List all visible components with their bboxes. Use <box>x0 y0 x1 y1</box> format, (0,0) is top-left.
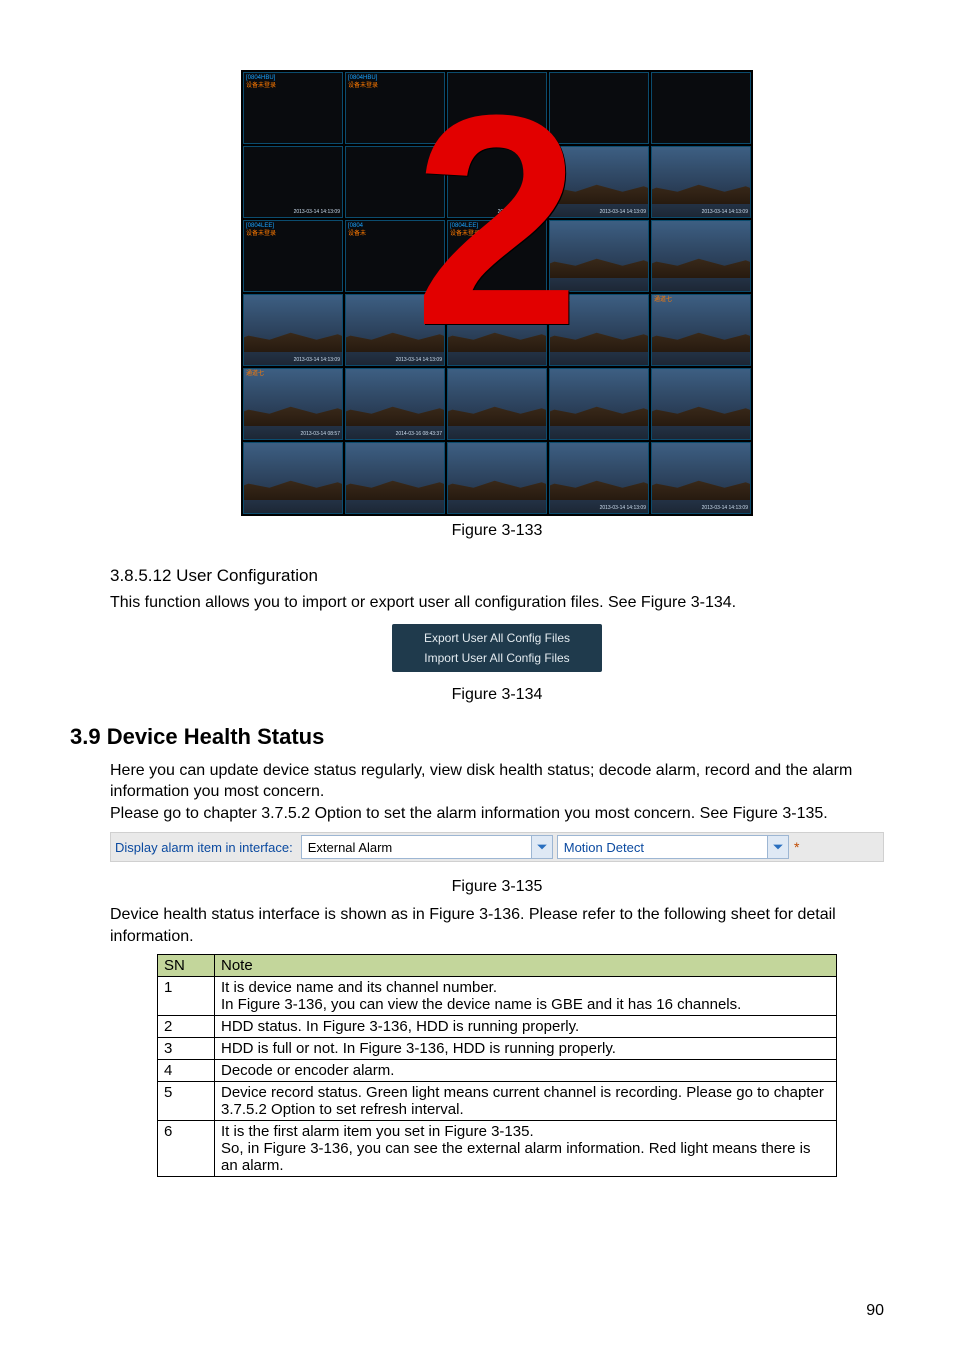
required-star-icon: * <box>789 833 805 861</box>
wall-cell <box>549 220 649 292</box>
wall-cell <box>651 220 751 292</box>
table-cell-sn: 3 <box>158 1037 215 1059</box>
alarm-dropdown-1[interactable]: External Alarm <box>301 835 553 859</box>
table-row: 2HDD status. In Figure 3-136, HDD is run… <box>158 1015 837 1037</box>
wall-cell: 通道七2013-03-14 08:57 <box>243 368 343 440</box>
table-cell-sn: 4 <box>158 1059 215 1081</box>
table-cell-note: It is device name and its channel number… <box>215 976 837 1015</box>
wall-cell <box>447 442 547 514</box>
alarm-dropdown-2-value: Motion Detect <box>558 840 767 855</box>
import-user-config-item[interactable]: Import User All Config Files <box>392 648 602 668</box>
wall-cell <box>243 442 343 514</box>
table-row: 5Device record status. Green light means… <box>158 1081 837 1120</box>
alarm-item-label: Display alarm item in interface: <box>111 833 299 861</box>
health-p1: Here you can update device status regula… <box>110 760 884 803</box>
wall-cell: [0804LEE]设备未登录 <box>447 220 547 292</box>
table-cell-note: HDD status. In Figure 3-136, HDD is runn… <box>215 1015 837 1037</box>
chevron-down-icon[interactable] <box>767 836 788 858</box>
wall-cell: 2013-03-14 14:13:09 <box>243 294 343 366</box>
table-cell-sn: 6 <box>158 1120 215 1176</box>
user-configuration-body: This function allows you to import or ex… <box>110 592 884 614</box>
wall-cell <box>345 146 445 218</box>
table-header-note: Note <box>215 954 837 976</box>
wall-cell <box>345 442 445 514</box>
table-cell-note: It is the first alarm item you set in Fi… <box>215 1120 837 1176</box>
wall-cell: 2013-03-14 14:13:09 <box>549 442 649 514</box>
wall-cell: 2013-03-14 14:13:09 <box>651 146 751 218</box>
wall-cell <box>447 294 547 366</box>
wall-cell: 2013-03-14 14:13:09 <box>651 442 751 514</box>
wall-cell: 2013-03-14 14:13:09 <box>447 146 547 218</box>
export-user-config-item[interactable]: Export User All Config Files <box>392 628 602 648</box>
wall-cell: [0804LEE]设备未登录 <box>243 220 343 292</box>
table-cell-sn: 1 <box>158 976 215 1015</box>
wall-cell: [0804HBU]设备未登录 <box>243 72 343 144</box>
wall-cell: [0804HBU]设备未登录 <box>345 72 445 144</box>
config-files-box: Export User All Config Files Import User… <box>392 624 602 672</box>
page-number: 90 <box>866 1302 884 1320</box>
table-row: 1It is device name and its channel numbe… <box>158 976 837 1015</box>
wall-cell: 2013-03-14 14:13:09 <box>549 146 649 218</box>
table-cell-note: Decode or encoder alarm. <box>215 1059 837 1081</box>
health-p2: Please go to chapter 3.7.5.2 Option to s… <box>110 803 884 825</box>
heading-device-health-status: 3.9 Device Health Status <box>70 724 884 750</box>
health-status-table: SN Note 1It is device name and its chann… <box>157 954 837 1177</box>
table-row: 4Decode or encoder alarm. <box>158 1059 837 1081</box>
figure-3-135-caption: Figure 3-135 <box>110 878 884 896</box>
heading-user-configuration: 3.8.5.12 User Configuration <box>110 566 884 586</box>
figure-3-133: 2 [0804HBU]设备未登录 [0804HBU]设备未登录 2013-03-… <box>110 70 884 540</box>
wall-cell: 通道八 <box>549 294 649 366</box>
wall-cell: 通道七 <box>651 294 751 366</box>
figure-3-133-caption: Figure 3-133 <box>110 522 884 540</box>
alarm-dropdown-2[interactable]: Motion Detect <box>557 835 789 859</box>
wall-cell <box>651 368 751 440</box>
wall-cell <box>549 72 649 144</box>
table-row: 6It is the first alarm item you set in F… <box>158 1120 837 1176</box>
table-row: 3HDD is full or not. In Figure 3-136, HD… <box>158 1037 837 1059</box>
alarm-dropdown-1-value: External Alarm <box>302 840 531 855</box>
wall-cell: 2013-03-14 14:13:09 <box>345 294 445 366</box>
health-p3: Device health status interface is shown … <box>110 904 884 947</box>
table-cell-note: HDD is full or not. In Figure 3-136, HDD… <box>215 1037 837 1059</box>
alarm-item-row: Display alarm item in interface: Externa… <box>110 832 884 862</box>
wall-cell <box>549 368 649 440</box>
wall-cell: [0804设备未 <box>345 220 445 292</box>
wall-cell: 2013-03-14 14:13:09 <box>243 146 343 218</box>
wall-cell <box>447 72 547 144</box>
table-cell-note: Device record status. Green light means … <box>215 1081 837 1120</box>
table-header-sn: SN <box>158 954 215 976</box>
wall-cell <box>447 368 547 440</box>
chevron-down-icon[interactable] <box>531 836 552 858</box>
table-cell-sn: 2 <box>158 1015 215 1037</box>
wall-cell: 2014-03-16 08:43:37 <box>345 368 445 440</box>
wall-cell <box>651 72 751 144</box>
table-cell-sn: 5 <box>158 1081 215 1120</box>
video-wall-grid: 2 [0804HBU]设备未登录 [0804HBU]设备未登录 2013-03-… <box>241 70 753 516</box>
figure-3-134-caption: Figure 3-134 <box>110 686 884 704</box>
